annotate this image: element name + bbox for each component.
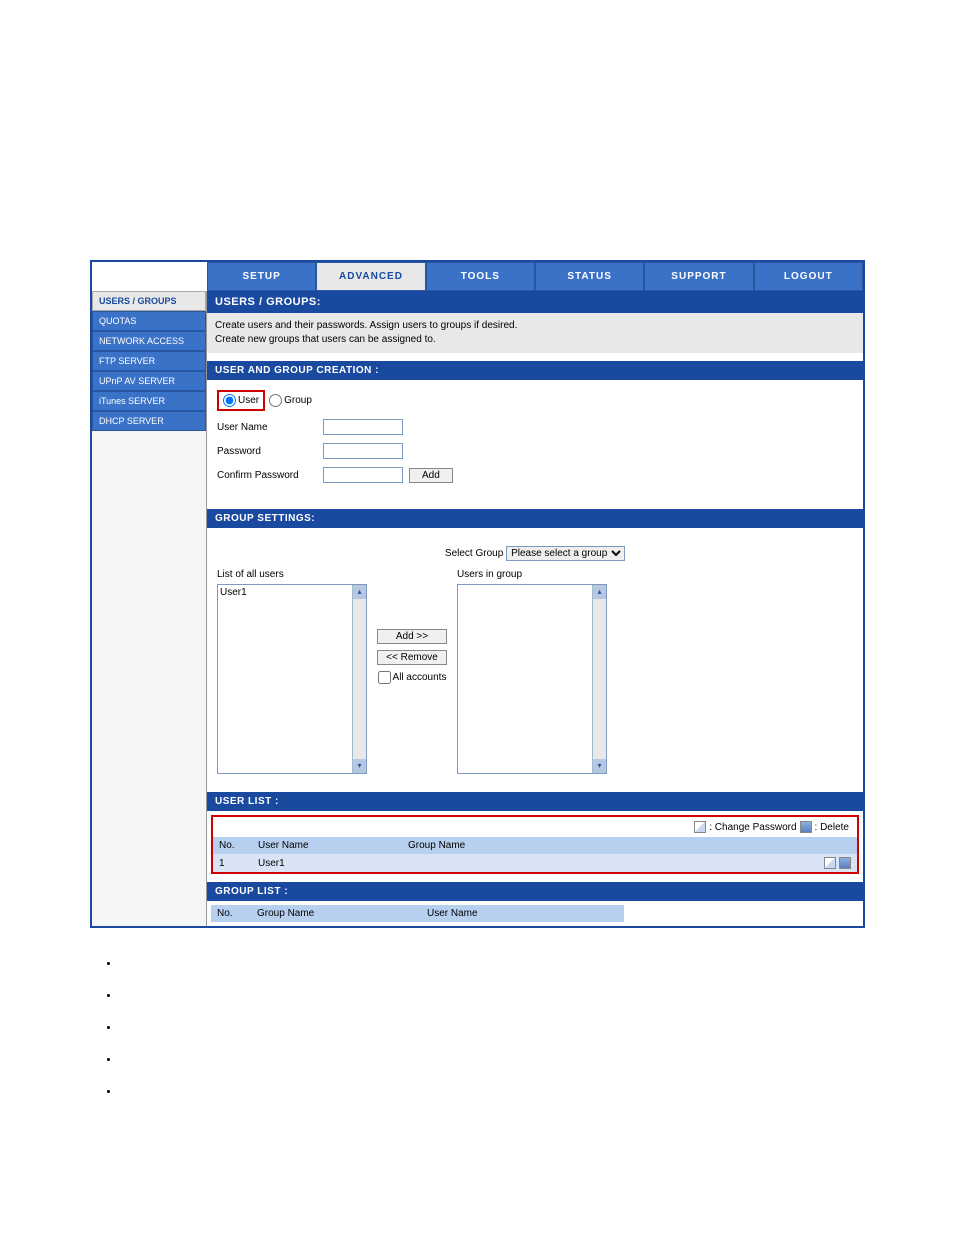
label-user-name: User Name: [217, 422, 317, 433]
legend-delete: : Delete: [815, 822, 849, 833]
add-to-group-button[interactable]: Add >>: [377, 629, 447, 644]
user-list-table: No. User Name Group Name 1 User1: [211, 837, 859, 874]
col-user-name: User Name: [252, 837, 402, 854]
content: USERS / GROUPS: Create users and their p…: [207, 291, 863, 926]
label-all-accounts: All accounts: [393, 672, 447, 683]
sidebar-item-users-groups[interactable]: USERS / GROUPS: [92, 291, 206, 311]
tab-support[interactable]: SUPPORT: [644, 262, 753, 291]
radio-user[interactable]: [223, 394, 236, 407]
tab-setup[interactable]: SETUP: [207, 262, 316, 291]
section-group-list-header: GROUP LIST :: [207, 882, 863, 901]
list-users-in-group[interactable]: ▴ ▾: [457, 584, 607, 774]
col-no: No.: [212, 837, 252, 854]
tab-status[interactable]: STATUS: [535, 262, 644, 291]
list-all-users[interactable]: User1 ▴ ▾: [217, 584, 367, 774]
legend-change-password: : Change Password: [709, 822, 796, 833]
col-group-name: Group Name: [251, 905, 421, 922]
sidebar-item-dhcp-server[interactable]: DHCP SERVER: [92, 411, 206, 431]
select-group[interactable]: Please select a group: [506, 546, 625, 561]
scrollbar[interactable]: ▴ ▾: [352, 585, 366, 773]
user-list-legend: : Change Password : Delete: [211, 815, 859, 837]
col-no: No.: [211, 905, 251, 922]
bullet-item: [120, 990, 954, 1002]
remove-from-group-button[interactable]: << Remove: [377, 650, 447, 665]
input-user-name[interactable]: [323, 419, 403, 435]
edit-icon: [694, 821, 706, 833]
col-user-name: User Name: [421, 905, 624, 922]
cell-group: [402, 854, 818, 873]
sidebar-item-upnp-av-server[interactable]: UPnP AV SERVER: [92, 371, 206, 391]
list-item[interactable]: User1: [220, 587, 247, 598]
scroll-up-icon[interactable]: ▴: [353, 585, 366, 599]
col-group-name: Group Name: [402, 837, 818, 854]
cell-user: User1: [252, 854, 402, 873]
radio-user-label: User: [238, 395, 259, 406]
sidebar: USERS / GROUPS QUOTAS NETWORK ACCESS FTP…: [92, 291, 207, 926]
top-nav: SETUP ADVANCED TOOLS STATUS SUPPORT LOGO…: [92, 262, 863, 291]
input-password[interactable]: [323, 443, 403, 459]
scroll-down-icon[interactable]: ▾: [353, 759, 366, 773]
tab-advanced[interactable]: ADVANCED: [316, 262, 425, 291]
checkbox-all-accounts[interactable]: [378, 671, 391, 684]
label-confirm-password: Confirm Password: [217, 470, 317, 481]
sidebar-item-ftp-server[interactable]: FTP SERVER: [92, 351, 206, 371]
sidebar-item-network-access[interactable]: NETWORK ACCESS: [92, 331, 206, 351]
bullet-item: [120, 1086, 954, 1098]
label-users-in-group: Users in group: [457, 569, 607, 580]
radio-user-highlight: User: [217, 390, 265, 411]
input-confirm-password[interactable]: [323, 467, 403, 483]
scrollbar[interactable]: ▴ ▾: [592, 585, 606, 773]
edit-icon[interactable]: [824, 857, 836, 869]
label-list-all-users: List of all users: [217, 569, 367, 580]
tab-logout[interactable]: LOGOUT: [754, 262, 863, 291]
label-select-group: Select Group: [445, 548, 503, 559]
group-list-table: No. Group Name User Name: [211, 905, 624, 922]
bullet-item: [120, 958, 954, 970]
radio-group[interactable]: [269, 394, 282, 407]
sidebar-item-quotas[interactable]: QUOTAS: [92, 311, 206, 331]
label-password: Password: [217, 446, 317, 457]
delete-icon[interactable]: [839, 857, 851, 869]
bullet-item: [120, 1054, 954, 1066]
logo-area: [92, 262, 207, 291]
section-group-settings-header: GROUP SETTINGS:: [207, 509, 863, 528]
section-user-list-header: USER LIST :: [207, 792, 863, 811]
bullet-item: [120, 1022, 954, 1034]
scroll-up-icon[interactable]: ▴: [593, 585, 606, 599]
section-creation-header: USER AND GROUP CREATION :: [207, 361, 863, 380]
add-button[interactable]: Add: [409, 468, 453, 483]
scroll-down-icon[interactable]: ▾: [593, 759, 606, 773]
admin-app: SETUP ADVANCED TOOLS STATUS SUPPORT LOGO…: [90, 260, 865, 928]
delete-icon: [800, 821, 812, 833]
panel-description: Create users and their passwords. Assign…: [207, 313, 863, 353]
cell-no: 1: [212, 854, 252, 873]
tab-tools[interactable]: TOOLS: [426, 262, 535, 291]
table-row: 1 User1: [212, 854, 858, 873]
bullet-list: [120, 958, 954, 1098]
radio-group-label: Group: [284, 395, 312, 406]
panel-title: USERS / GROUPS:: [207, 291, 863, 313]
sidebar-item-itunes-server[interactable]: iTunes SERVER: [92, 391, 206, 411]
